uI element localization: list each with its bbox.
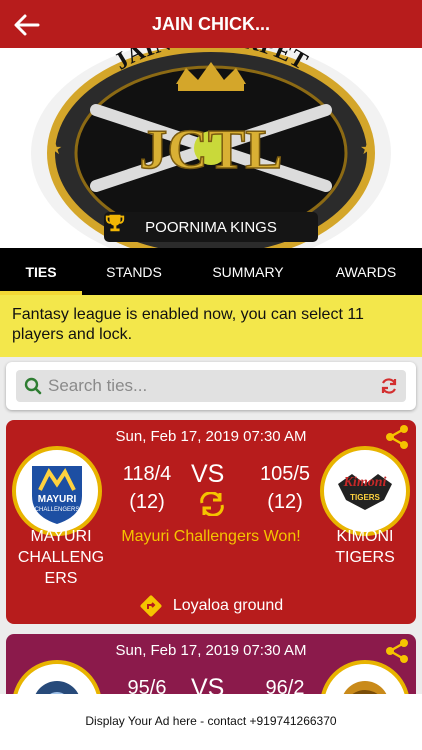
- match-ground: Loyaloa ground: [6, 594, 416, 618]
- svg-text:JCTL: JCTL: [139, 119, 282, 181]
- search-input[interactable]: [48, 370, 368, 402]
- page-title: JAIN CHICK...: [151, 14, 270, 34]
- team2-overs: (12): [267, 491, 303, 513]
- svg-text:Kimoni: Kimoni: [343, 475, 387, 490]
- svg-text:★: ★: [360, 141, 374, 158]
- match-date: Sun, Feb 17, 2019 07:30 AM: [115, 428, 307, 445]
- svg-text:MAYURI: MAYURI: [38, 494, 77, 505]
- team1-logo: MAYURI CHALLENGERS: [12, 446, 102, 536]
- match-date: Sun, Feb 17, 2019 07:30 AM: [115, 642, 307, 659]
- team-label: POORNIMA KINGS: [104, 212, 318, 242]
- share-icon[interactable]: [384, 424, 410, 450]
- tab-summary[interactable]: SUMMARY: [186, 248, 310, 295]
- team1-name: MAYURI CHALLENG ERS: [17, 528, 105, 587]
- team2-score: 105/5 (12): [252, 460, 318, 516]
- ground-name: Loyaloa ground: [172, 597, 284, 614]
- swap-icon: [200, 492, 224, 516]
- svg-text:TIGERS: TIGERS: [350, 493, 380, 502]
- team1-score: 118/4 (12): [114, 460, 180, 516]
- app-bar: JAIN CHICK...: [0, 0, 422, 48]
- share-icon[interactable]: [384, 638, 410, 664]
- vs-label: VS: [191, 460, 225, 488]
- svg-text:CHALLENGERS: CHALLENGERS: [35, 507, 80, 513]
- fantasy-notice: Fantasy league is enabled now, you can s…: [0, 295, 422, 357]
- refresh-icon[interactable]: [380, 377, 398, 395]
- team2-name: KIMONI TIGERS: [335, 528, 395, 566]
- tab-stands[interactable]: STANDS: [82, 248, 186, 295]
- ad-banner[interactable]: Display Your Ad here - contact +91974126…: [0, 694, 422, 750]
- trophy-icon: [105, 214, 125, 232]
- league-banner: JAIN CHICKPET JCTL ★ ★ POORNIMA KINGS: [0, 48, 422, 248]
- directions-icon: [140, 595, 162, 617]
- match-card[interactable]: Sun, Feb 17, 2019 07:30 AM MAYURI CHALLE…: [6, 420, 416, 624]
- team2-logo: Kimoni TIGERS: [320, 446, 410, 536]
- tab-bar: TIES STANDS SUMMARY AWARDS: [0, 248, 422, 295]
- team2-runs: 105/5: [259, 463, 311, 485]
- team1-runs: 118/4: [122, 463, 172, 485]
- tab-ties[interactable]: TIES: [0, 248, 82, 295]
- team-label-text: POORNIMA KINGS: [145, 218, 277, 236]
- search-container: [6, 362, 416, 410]
- search-icon: [24, 377, 42, 395]
- match-result: Mayuri Challengers Won!: [121, 528, 301, 545]
- search-bar: [16, 370, 406, 402]
- svg-text:★: ★: [48, 141, 62, 158]
- team1-overs: (12): [129, 491, 165, 513]
- tab-awards[interactable]: AWARDS: [310, 248, 422, 295]
